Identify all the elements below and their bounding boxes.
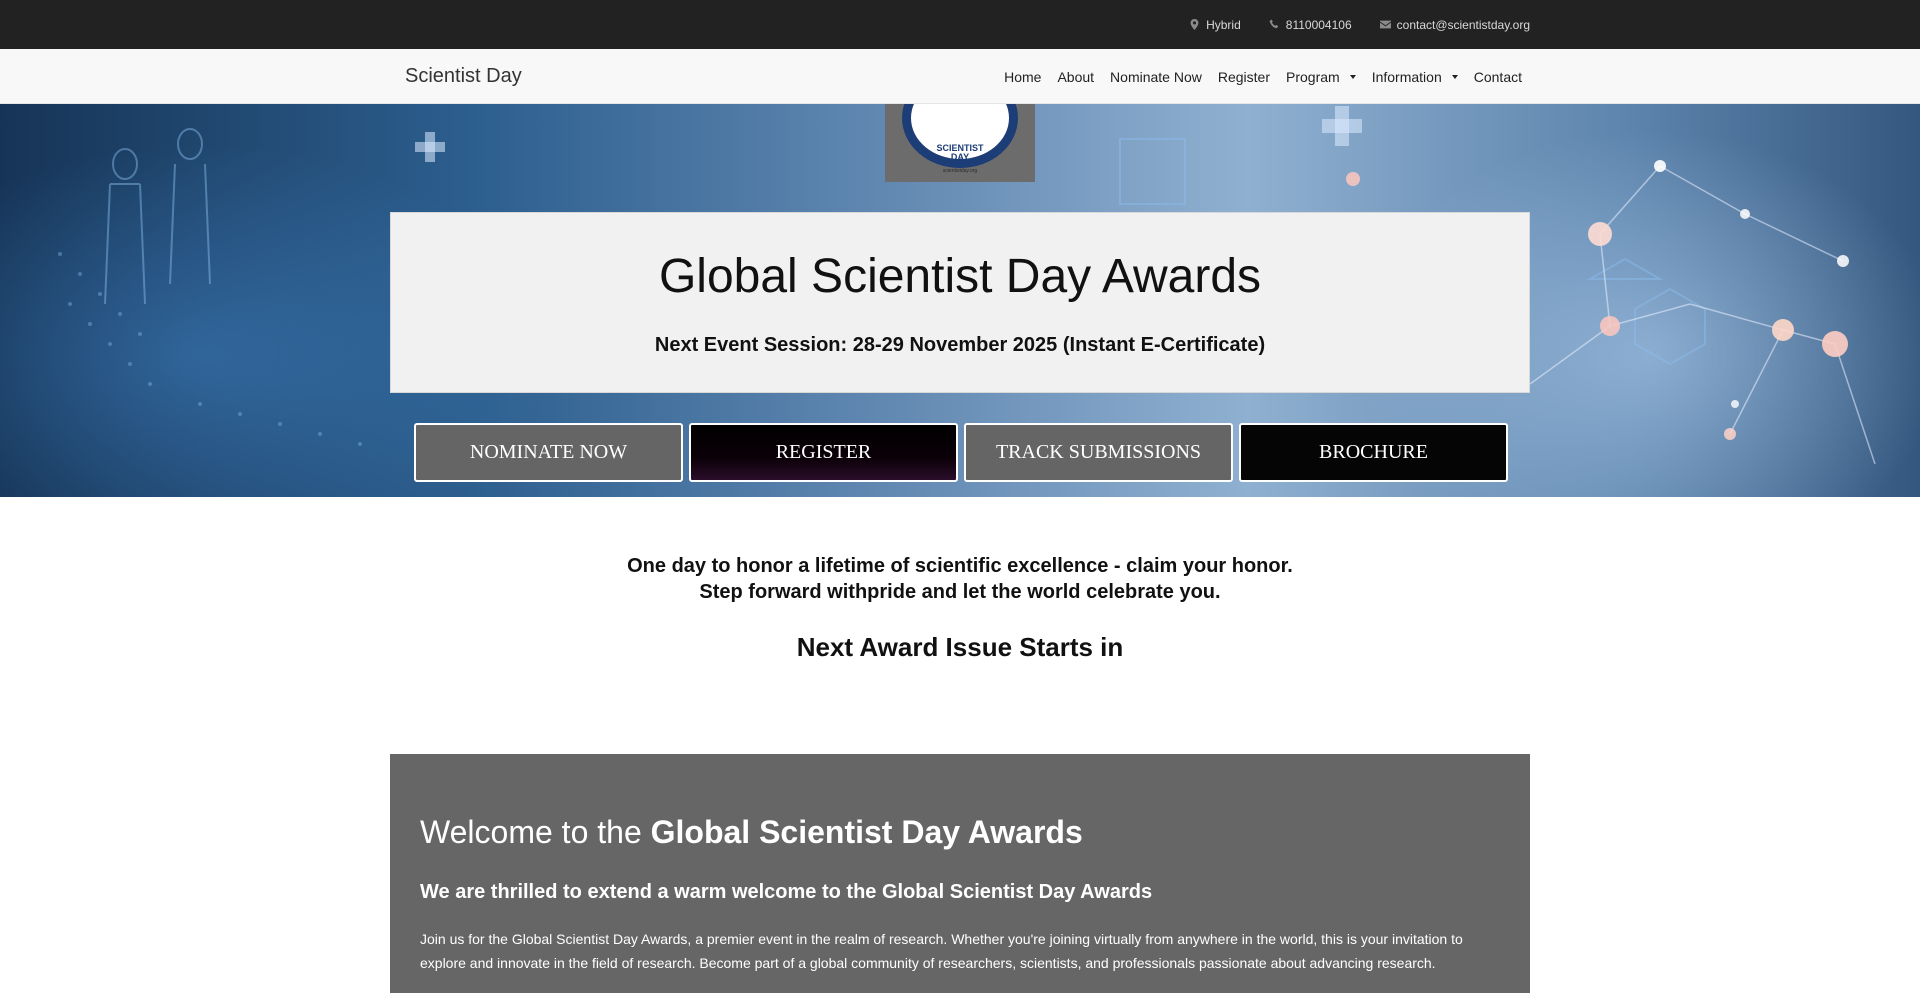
hero-title-box: Global Scientist Day Awards Next Event S… [390, 212, 1530, 393]
email-text[interactable]: contact@scientistday.org [1397, 18, 1530, 32]
top-contact-bar: Hybrid 8110004106 contact@scientistday.o… [0, 0, 1920, 49]
welcome-heading-strong: Global Scientist Day Awards [650, 814, 1083, 850]
tagline-line-2: Step forward withpride and let the world… [699, 581, 1221, 603]
email-item[interactable]: contact@scientistday.org [1379, 18, 1530, 32]
nav-menu: Home About Nominate Now Register Program… [996, 49, 1530, 104]
register-button[interactable]: REGISTER [689, 423, 958, 482]
nav-item-contact[interactable]: Contact [1466, 69, 1530, 85]
nav-item-program[interactable]: Program [1278, 69, 1364, 85]
envelope-icon [1379, 20, 1391, 29]
brochure-button[interactable]: BROCHURE [1239, 423, 1508, 482]
phone-icon [1269, 19, 1278, 29]
logo-text-line2: DAY [950, 152, 970, 162]
next-session-text: Next Event Session: 28-29 November 2025 … [654, 334, 1266, 356]
hero-title: Global Scientist Day Awards [658, 250, 1262, 303]
intro-section: One day to honor a lifetime of scientifi… [0, 553, 1920, 663]
location-item: Hybrid [1189, 18, 1241, 32]
nav-item-label: Nominate Now [1110, 68, 1202, 85]
nav-item-nominate-now[interactable]: Nominate Now [1102, 69, 1210, 85]
nav-item-home[interactable]: Home [996, 69, 1049, 85]
welcome-subheading: We are thrilled to extend a warm welcome… [420, 881, 1153, 903]
nav-item-label: Program [1286, 68, 1340, 85]
welcome-section: Welcome to the Global Scientist Day Awar… [390, 754, 1530, 993]
caret-down-icon [1349, 74, 1356, 79]
nav-item-label: Home [1004, 68, 1042, 85]
nav-item-register[interactable]: Register [1210, 69, 1278, 85]
hero-banner: SCIENTIST DAY scientistday.org Global Sc… [0, 104, 1920, 497]
top-contact-list: Hybrid 8110004106 contact@scientistday.o… [1189, 0, 1530, 49]
phone-text[interactable]: 8110004106 [1286, 18, 1352, 32]
map-marker-icon [1190, 19, 1199, 30]
welcome-heading: Welcome to the Global Scientist Day Awar… [420, 814, 1500, 851]
countdown-title: Next Award Issue Starts in [796, 632, 1124, 662]
caret-down-icon [1451, 74, 1458, 79]
tagline-line-1: One day to honor a lifetime of scientifi… [627, 555, 1293, 577]
phone-item[interactable]: 8110004106 [1269, 18, 1352, 32]
nav-item-information[interactable]: Information [1364, 69, 1466, 85]
main-navbar: Scientist Day Home About Nominate Now Re… [0, 49, 1920, 104]
nav-item-label: About [1057, 68, 1095, 85]
nav-item-label: Register [1217, 68, 1271, 85]
logo-url-text: scientistday.org [942, 168, 978, 174]
event-logo: SCIENTIST DAY scientistday.org [885, 104, 1035, 182]
nominate-now-button[interactable]: NOMINATE NOW [414, 423, 683, 482]
brand-link[interactable]: Scientist Day [405, 49, 522, 104]
welcome-heading-prefix: Welcome to the [420, 814, 642, 850]
hero-button-row: NOMINATE NOW REGISTER TRACK SUBMISSIONS … [414, 423, 1508, 482]
location-text: Hybrid [1206, 17, 1241, 32]
nav-item-label: Information [1371, 68, 1442, 85]
nav-item-label: Contact [1473, 68, 1522, 85]
track-submissions-button[interactable]: TRACK SUBMISSIONS [964, 423, 1233, 482]
welcome-body: Join us for the Global Scientist Day Awa… [420, 931, 1463, 971]
nav-item-about[interactable]: About [1049, 69, 1102, 85]
